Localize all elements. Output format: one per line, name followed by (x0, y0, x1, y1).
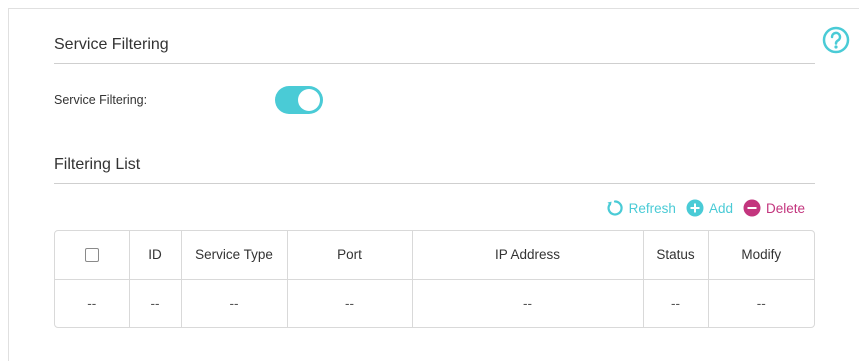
table-header-row: ID Service Type Port IP Address Status M… (55, 231, 814, 279)
cell-modify: -- (756, 295, 766, 311)
cell-id: -- (129, 279, 182, 327)
service-filtering-title: Service Filtering (54, 36, 169, 53)
help-icon[interactable] (822, 26, 850, 54)
cell-status: -- (643, 279, 709, 327)
select-all-checkbox[interactable] (84, 248, 99, 263)
table-toolbar: Refresh Add Delete (596, 199, 805, 217)
table-row: -- -- -- -- -- -- -- (55, 279, 814, 327)
column-header-port[interactable]: Port (287, 231, 413, 279)
filtering-list-title: Filtering List (54, 156, 141, 173)
toggle-knob (298, 89, 320, 111)
column-header-status[interactable]: Status (643, 231, 709, 279)
cell-port: -- (287, 279, 413, 327)
delete-label: Delete (765, 200, 805, 216)
cell-service-type: -- (181, 279, 288, 327)
section-divider (54, 63, 815, 64)
refresh-button[interactable]: Refresh (606, 199, 676, 217)
cell-check: -- (55, 279, 130, 327)
column-header-id[interactable]: ID (129, 231, 182, 279)
minus-circle-icon (743, 199, 761, 217)
filtering-table: ID Service Type Port IP Address Status M… (54, 230, 815, 328)
refresh-label: Refresh (628, 200, 676, 216)
select-all-cell (55, 231, 130, 279)
column-header-service-type[interactable]: Service Type (181, 231, 288, 279)
add-label: Add (708, 200, 733, 216)
column-header-ip-address[interactable]: IP Address (412, 231, 644, 279)
add-button[interactable]: Add (686, 199, 733, 217)
section-divider (54, 183, 815, 184)
column-header-modify: Modify (741, 247, 782, 263)
cell-ip-address: -- (412, 279, 644, 327)
service-filtering-label: Service Filtering: (54, 93, 148, 107)
service-filtering-toggle[interactable] (275, 86, 323, 114)
delete-button[interactable]: Delete (743, 199, 805, 217)
plus-circle-icon (686, 199, 704, 217)
refresh-icon (607, 200, 623, 216)
